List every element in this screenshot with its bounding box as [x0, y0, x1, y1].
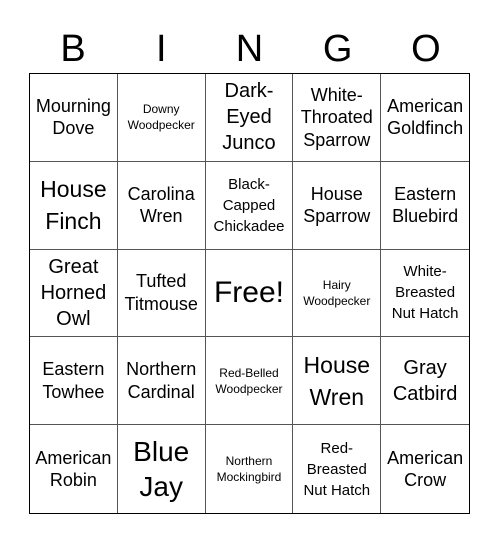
bingo-cell-label: Downy Woodpecker — [127, 102, 195, 133]
bingo-cell-label: House Finch — [40, 176, 107, 235]
bingo-cell-label: Blue Jay — [133, 436, 190, 503]
bingo-cell-label: Eastern Bluebird — [392, 183, 459, 227]
bingo-cell-label: Gray Catbird — [392, 356, 458, 405]
bingo-cell[interactable]: Red-Belled Woodpecker — [205, 337, 294, 426]
bingo-cell[interactable]: Great Horned Owl — [30, 249, 118, 338]
bingo-cell-label: Great Horned Owl — [40, 255, 107, 330]
bingo-cell-label: Northern Cardinal — [126, 359, 197, 402]
bingo-cell[interactable]: Carolina Wren — [117, 161, 206, 250]
free-space-cell[interactable]: Free! — [205, 249, 294, 338]
bingo-cell-label: Hairy Woodpecker — [303, 277, 371, 308]
bingo-cell-label: Dark-Eyed Junco — [222, 80, 276, 155]
bingo-cell[interactable]: Northern Mockingbird — [206, 425, 294, 513]
bingo-cell[interactable]: Blue Jay — [118, 425, 206, 513]
bingo-cell[interactable]: Gray Catbird — [381, 337, 469, 426]
bingo-cell[interactable]: House Sparrow — [293, 161, 382, 250]
bingo-cell-label: House Wren — [303, 351, 371, 410]
bingo-cell[interactable]: Dark-Eyed Junco — [205, 74, 294, 162]
bingo-cell[interactable]: House Wren — [293, 337, 382, 426]
bingo-cell-label: American Robin — [35, 447, 112, 491]
bingo-cell[interactable]: Red-Breasted Nut Hatch — [293, 425, 382, 513]
bingo-cell[interactable]: Downy Woodpecker — [117, 74, 206, 162]
bingo-cell-label: Northern Mockingbird — [216, 453, 282, 485]
header-letter-g: G — [322, 28, 353, 70]
bingo-cell[interactable]: Hairy Woodpecker — [293, 249, 382, 338]
bingo-cell-label: Eastern Towhee — [42, 359, 105, 402]
bingo-cell-label: House Sparrow — [303, 183, 371, 227]
bingo-cell-label: Black-Capped Chickadee — [213, 175, 285, 235]
header-letter-o: O — [411, 28, 441, 70]
bingo-cell[interactable]: Eastern Bluebird — [381, 162, 469, 250]
bingo-cell-label: Carolina Wren — [127, 183, 195, 227]
bingo-header: B I N G O — [29, 26, 470, 72]
bingo-grid: Mourning Dove Downy Woodpecker Dark-Eyed J… — [29, 73, 470, 514]
bingo-cell-label: Red-Belled Woodpecker — [215, 365, 283, 396]
header-letter-n: N — [235, 28, 264, 70]
bingo-cell[interactable]: American Goldfinch — [381, 74, 469, 162]
bingo-cell[interactable]: Northern Cardinal — [117, 337, 206, 426]
bingo-cell[interactable]: Black-Capped Chickadee — [205, 161, 294, 250]
bingo-cell[interactable]: House Finch — [30, 161, 118, 250]
header-letter-b: B — [60, 28, 86, 70]
bingo-cell-label: White-Breasted Nut Hatch — [391, 263, 459, 323]
bingo-cell[interactable]: White-Breasted Nut Hatch — [381, 250, 469, 338]
header-letter-i: I — [156, 28, 167, 70]
bingo-cell-label: Free! — [213, 275, 284, 309]
bingo-cell[interactable]: Eastern Towhee — [30, 337, 118, 426]
bingo-cell-label: Tufted Titmouse — [124, 271, 198, 314]
bingo-cell[interactable]: White-Throated Sparrow — [293, 74, 382, 162]
bingo-cell-label: Red-Breasted Nut Hatch — [303, 439, 371, 499]
bingo-cell[interactable]: American Robin — [30, 425, 118, 513]
bingo-cell-label: American Crow — [387, 447, 464, 491]
bingo-cell-label: Mourning Dove — [35, 95, 111, 139]
bingo-cell-label: American Goldfinch — [387, 95, 464, 139]
bingo-cell-label: White-Throated Sparrow — [300, 84, 373, 150]
bingo-cell[interactable]: American Crow — [381, 425, 469, 513]
bingo-cell[interactable]: Mourning Dove — [30, 74, 118, 162]
bingo-cell[interactable]: Tufted Titmouse — [117, 249, 206, 338]
